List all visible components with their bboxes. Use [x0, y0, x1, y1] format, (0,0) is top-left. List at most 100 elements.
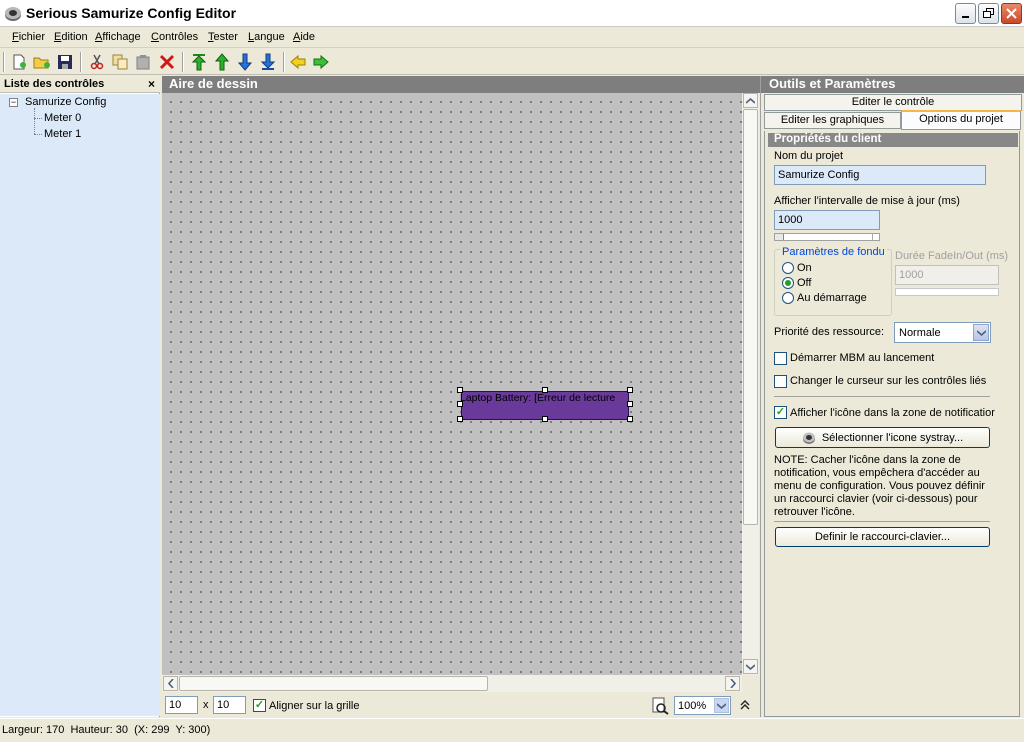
drawing-area-header: Aire de dessin: [162, 76, 760, 93]
tab-edit-graphics[interactable]: Editer les graphiques: [764, 112, 901, 129]
fade-duration-input[interactable]: 1000: [895, 265, 999, 285]
zoom-value: 100%: [678, 700, 707, 712]
zoom-dropdown-button[interactable]: [714, 698, 729, 713]
note-line: retrouver l'icône.: [774, 506, 855, 518]
minimize-button[interactable]: [955, 3, 976, 24]
move-down-button[interactable]: [235, 52, 255, 72]
fade-startup-radio[interactable]: [782, 292, 794, 304]
resize-handle[interactable]: [542, 387, 548, 393]
copy-icon: [112, 54, 128, 70]
forward-icon: [313, 54, 329, 70]
zoom-select[interactable]: 100%: [674, 696, 731, 715]
horizontal-scroll-thumb[interactable]: [179, 676, 488, 691]
tree-collapse-icon[interactable]: −: [9, 98, 18, 107]
samurize-app-icon[interactable]: [4, 5, 22, 22]
cut-button[interactable]: [87, 52, 107, 72]
vertical-scroll-thumb[interactable]: [743, 109, 758, 525]
forward-button[interactable]: [311, 52, 331, 72]
cut-icon: [90, 54, 104, 70]
toolbar-separator: [80, 52, 82, 72]
start-mbm-checkbox[interactable]: [774, 352, 787, 365]
paste-icon: [136, 55, 150, 70]
menu-controles[interactable]: Contrôles: [151, 31, 198, 43]
drawing-area-title: Aire de dessin: [169, 76, 258, 91]
tree-node-meter[interactable]: Meter 0: [44, 112, 81, 124]
client-properties-title: Propriétés du client: [774, 133, 882, 145]
chevron-right-icon: [729, 679, 736, 688]
save-button[interactable]: [55, 52, 75, 72]
paste-button[interactable]: [133, 52, 153, 72]
resize-handle[interactable]: [457, 401, 463, 407]
divider: [774, 396, 990, 397]
grid-y-input[interactable]: 10: [213, 696, 246, 714]
scroll-right-button[interactable]: [725, 676, 740, 691]
move-up-button[interactable]: [212, 52, 232, 72]
scroll-up-button[interactable]: [743, 93, 758, 108]
select-systray-icon-button[interactable]: Sélectionner l'icone systray...: [775, 427, 990, 448]
tree-connector: [34, 118, 42, 119]
tree-node-root[interactable]: Samurize Config: [25, 96, 106, 108]
copy-button[interactable]: [110, 52, 130, 72]
fade-duration-slider[interactable]: [895, 288, 999, 296]
toolbar-separator: [283, 52, 285, 72]
tree-node-meter[interactable]: Meter 1: [44, 128, 81, 140]
move-bottom-button[interactable]: [258, 52, 278, 72]
move-top-icon: [191, 54, 207, 71]
close-panel-icon[interactable]: ×: [148, 77, 155, 91]
project-name-input[interactable]: Samurize Config: [774, 165, 986, 185]
update-interval-input[interactable]: 1000: [774, 210, 880, 230]
fade-on-radio[interactable]: [782, 262, 794, 274]
menu-tester[interactable]: Tester: [208, 31, 238, 43]
scroll-left-button[interactable]: [163, 676, 178, 691]
move-down-icon: [237, 53, 253, 71]
drawing-canvas[interactable]: Laptop Battery: [Erreur de lecture: [162, 93, 742, 675]
toolbar-separator: [182, 52, 184, 72]
resize-handle[interactable]: [627, 387, 633, 393]
slider-thumb[interactable]: [775, 234, 784, 240]
align-grid-checkbox[interactable]: ✓: [253, 699, 266, 712]
change-cursor-checkbox[interactable]: [774, 375, 787, 388]
new-button[interactable]: [9, 52, 29, 72]
resize-handle[interactable]: [627, 401, 633, 407]
resize-handle[interactable]: [627, 416, 633, 422]
grid-x-input[interactable]: 10: [165, 696, 198, 714]
resize-handle[interactable]: [457, 387, 463, 393]
restore-button[interactable]: [978, 3, 999, 24]
save-icon: [58, 55, 72, 69]
vertical-scrollbar[interactable]: [742, 93, 759, 675]
controls-list-title: Liste des contrôles: [4, 78, 105, 90]
fade-group-label: Paramètres de fondu: [780, 246, 887, 258]
menu-affichage[interactable]: Affichage: [95, 31, 141, 43]
resize-handle[interactable]: [542, 416, 548, 422]
menu-aide[interactable]: Aide: [293, 31, 315, 43]
close-button[interactable]: [1001, 3, 1022, 24]
scroll-down-button[interactable]: [743, 659, 758, 674]
toolbar-grip: [3, 52, 5, 72]
chevron-up-icon: [746, 97, 755, 104]
show-tray-icon-checkbox[interactable]: ✓: [774, 406, 787, 419]
fade-off-label: Off: [797, 277, 812, 289]
horizontal-scrollbar[interactable]: [162, 675, 742, 692]
priority-select[interactable]: Normale: [894, 322, 991, 343]
resize-handle[interactable]: [457, 416, 463, 422]
tab-edit-control[interactable]: Editer le contrôle: [764, 94, 1022, 111]
delete-button[interactable]: [157, 52, 177, 72]
open-button[interactable]: [32, 52, 52, 72]
close-icon: [1006, 8, 1017, 19]
menu-edition[interactable]: Edition: [54, 31, 88, 43]
client-properties-header: Propriétés du client: [768, 133, 1018, 147]
define-shortcut-button[interactable]: Definir le raccourci-clavier...: [775, 527, 990, 547]
back-button[interactable]: [288, 52, 308, 72]
menu-fichier[interactable]: Fichier: [12, 31, 45, 43]
expand-button[interactable]: [738, 697, 752, 713]
zoom-preview-button[interactable]: [651, 697, 669, 715]
update-interval-slider[interactable]: [774, 233, 880, 241]
tools-panel-header: Outils et Paramètres: [761, 76, 1024, 93]
menu-langue[interactable]: Langue: [248, 31, 285, 43]
slider-end: [872, 234, 879, 240]
fade-off-radio[interactable]: [782, 277, 794, 289]
toolbar: [0, 49, 1024, 75]
move-top-button[interactable]: [189, 52, 209, 72]
tab-project-options[interactable]: Options du projet: [901, 110, 1021, 130]
priority-dropdown-button[interactable]: [973, 324, 989, 341]
